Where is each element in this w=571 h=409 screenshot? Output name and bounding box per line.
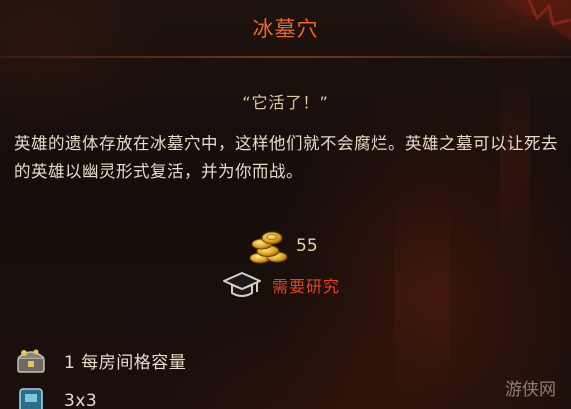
background-streak <box>395 180 450 409</box>
stat-capacity-text: 1 每房间格容量 <box>64 352 187 373</box>
room-description: 英雄的遗体存放在冰墓穴中，这样他们就不会腐烂。英雄之墓可以让死去的英雄以幽灵形式… <box>14 134 558 181</box>
flavor-quote: “它活了！” <box>242 93 329 112</box>
stat-capacity: 1 每房间格容量 <box>14 343 186 377</box>
treasure-chest-icon <box>17 349 45 373</box>
requirement-label: 需要研究 <box>272 277 341 296</box>
cost-value: 55 <box>296 236 318 256</box>
svg-text:游侠网: 游侠网 <box>505 380 556 400</box>
room-title: 冰墓穴 <box>252 17 319 41</box>
requirement-row: 需要研究 <box>222 268 340 302</box>
title-divider <box>0 56 571 58</box>
room-tooltip-panel: 冰墓穴 “它活了！” 英雄的遗体存放在冰墓穴中，这样他们就不会腐烂。英雄之墓可以… <box>0 0 571 409</box>
stat-size-text: 3x3 <box>64 391 98 409</box>
graduation-cap-icon <box>223 272 261 297</box>
stat-size: 3x3 <box>14 384 97 409</box>
gold-coins-icon <box>249 231 288 264</box>
cost-row: 55 <box>248 226 318 266</box>
room-size-icon <box>19 388 43 409</box>
watermark-logo-icon: 游侠网 <box>505 380 556 400</box>
